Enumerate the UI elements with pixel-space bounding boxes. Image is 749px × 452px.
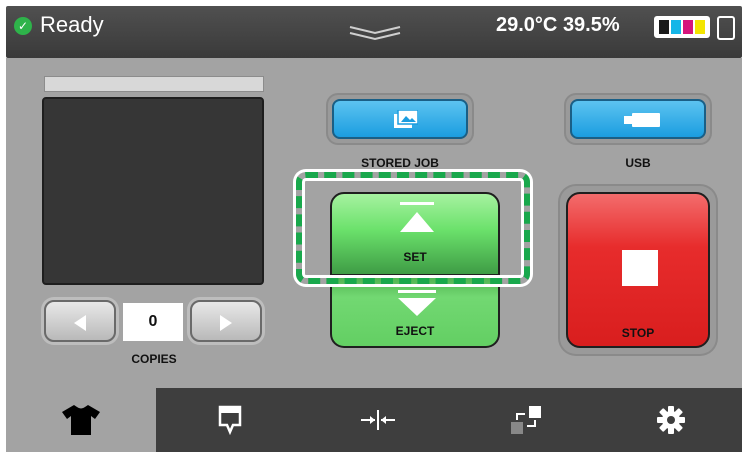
- stop-button-frame: STOP: [560, 186, 716, 354]
- eject-label: EJECT: [395, 324, 435, 338]
- stored-job-label: STORED JOB: [361, 156, 439, 170]
- job-name-bar: [44, 76, 264, 92]
- tab-transfer[interactable]: [452, 388, 600, 452]
- highlight-outline: [296, 172, 530, 284]
- gear-icon: [657, 406, 685, 434]
- environment-readout: 29.0°C 39.5%: [496, 12, 620, 38]
- image-folder-icon: [394, 110, 418, 128]
- arrow-left-icon: [74, 315, 86, 331]
- comment-icon: [218, 405, 242, 435]
- stop-label: STOP: [621, 326, 655, 340]
- copies-label: COPIES: [131, 352, 177, 366]
- stop-icon: [622, 250, 658, 286]
- usb-label: USB: [625, 156, 651, 170]
- stored-job-button[interactable]: [328, 95, 472, 143]
- ink-cyan: [671, 20, 681, 34]
- usb-drive-icon: [624, 113, 660, 127]
- ink-black: [659, 20, 669, 34]
- arrow-right-icon: [220, 315, 232, 331]
- copies-value: 0: [123, 303, 183, 341]
- ink-magenta: [683, 20, 693, 34]
- status-text: Ready: [40, 12, 104, 37]
- cartridge-slot-icon[interactable]: [717, 16, 735, 40]
- ink-level-icon[interactable]: [654, 16, 710, 38]
- stop-button[interactable]: STOP: [566, 192, 710, 348]
- ink-yellow: [695, 20, 705, 34]
- printer-touchscreen: ✓ Ready 29.0°C 39.5% 0 COPIES STORED JOB…: [0, 0, 749, 452]
- eject-bar: [398, 290, 436, 293]
- arrow-down-icon: [398, 298, 436, 316]
- humidity-value: 39.5%: [562, 14, 620, 36]
- usb-button[interactable]: [566, 95, 710, 143]
- pull-down-handle-icon[interactable]: [346, 22, 404, 42]
- tab-alignment[interactable]: [304, 388, 452, 452]
- tab-print[interactable]: [6, 388, 156, 452]
- print-preview: [42, 97, 264, 285]
- transfer-icon: [511, 406, 541, 434]
- copies-increase-button[interactable]: [190, 300, 262, 342]
- copies-decrease-button[interactable]: [44, 300, 116, 342]
- check-circle-icon: ✓: [14, 17, 32, 35]
- eject-button[interactable]: EJECT: [330, 276, 500, 348]
- temperature-value: 29.0°C: [496, 14, 558, 36]
- tab-settings[interactable]: [600, 388, 742, 452]
- shirt-icon: [62, 405, 100, 435]
- tab-messages[interactable]: [156, 388, 304, 452]
- align-center-icon: [361, 410, 395, 430]
